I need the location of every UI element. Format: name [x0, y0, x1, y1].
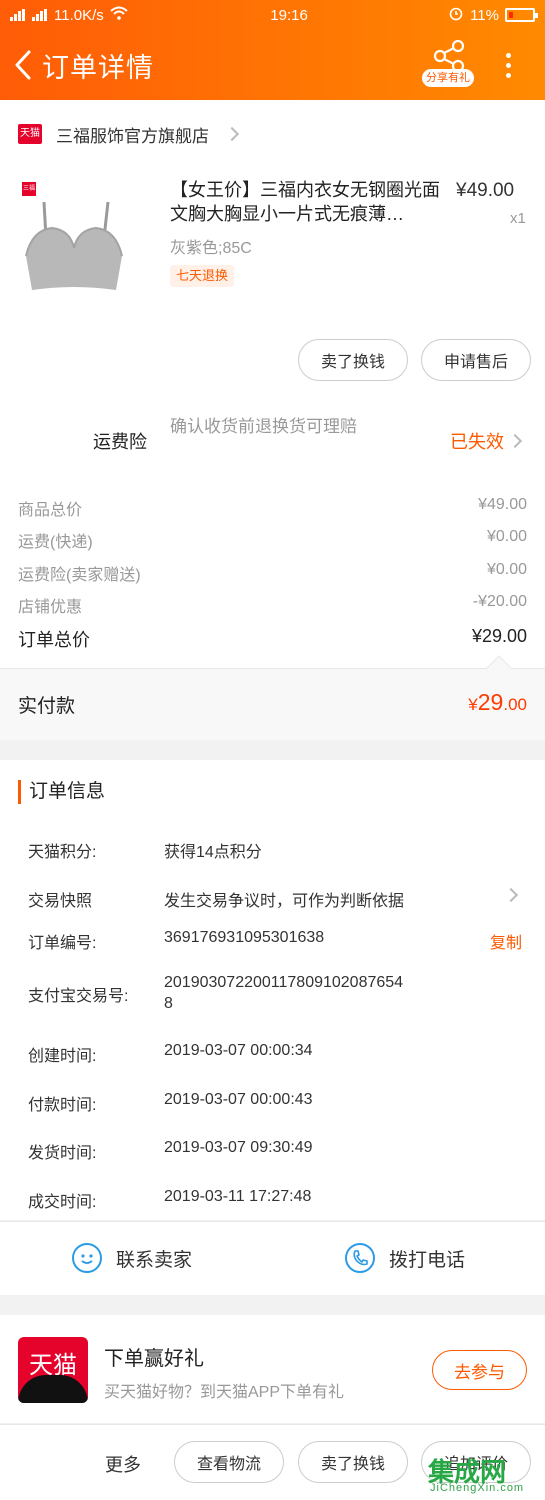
price-row-label: 商品总价	[18, 502, 83, 519]
paid-decimal: .00	[503, 695, 527, 714]
chevron-right-icon	[224, 126, 240, 142]
paid-integer: 29	[477, 689, 504, 715]
page-title: 订单详情	[42, 52, 154, 83]
order-total-label: 订单总价	[18, 630, 90, 650]
promo-title: 下单赢好礼	[104, 1348, 204, 1370]
paid-amount-row: 实付款 ¥29.00	[0, 668, 545, 740]
alipay-trade-number: 201903072200117809102087654 8	[164, 974, 404, 1012]
more-menu-button[interactable]	[500, 50, 516, 82]
price-row: 商品总价 ¥49.00	[18, 496, 527, 520]
back-button[interactable]	[14, 48, 36, 82]
watermark: 集成网 JiChengXin.com	[428, 1452, 543, 1498]
price-row-value: ¥0.00	[486, 528, 527, 545]
info-label: 创建时间:	[28, 1048, 97, 1065]
alarm-icon	[448, 5, 464, 25]
price-row-value: ¥0.00	[486, 561, 527, 578]
chat-icon	[72, 1243, 102, 1273]
paid-currency: ¥	[468, 695, 478, 714]
product-spec: 灰紫色;85C	[170, 240, 252, 257]
price-row: 店铺优惠 -¥20.00	[18, 593, 527, 617]
nav-bar: 订单详情 分享有礼	[0, 30, 545, 100]
call-phone-label: 拨打电话	[389, 1249, 466, 1271]
shipping-insurance-status-text: 已失效	[450, 432, 504, 452]
snapshot-value[interactable]: 发生交易争议时，可作为判断依据	[164, 887, 404, 911]
brand-badge: 三福	[22, 182, 36, 196]
info-value: 2019-03-07 00:00:34	[164, 1042, 313, 1059]
sell-exchange-button[interactable]: 卖了换钱	[298, 339, 408, 381]
snapshot-label[interactable]: 交易快照	[28, 887, 92, 911]
price-row: 运费险(卖家赠送) ¥0.00	[18, 561, 527, 585]
info-value: 2019-03-11 17:27:48	[164, 1188, 312, 1205]
order-info-title: 订单信息	[18, 780, 105, 804]
signal-icon-2	[32, 9, 48, 21]
order-number: 369176931095301638	[164, 929, 325, 946]
bra-image	[25, 201, 123, 290]
paid-amount: ¥29.00	[468, 689, 527, 716]
join-button[interactable]: 去参与	[432, 1350, 527, 1390]
price-row-value: ¥49.00	[478, 496, 527, 513]
tmall-logo-icon: 天猫	[18, 1337, 88, 1403]
wifi-icon	[110, 6, 128, 24]
shipping-insurance-label: 运费险	[93, 432, 147, 452]
contact-seller-label: 联系卖家	[116, 1249, 193, 1271]
info-label: 付款时间:	[28, 1097, 97, 1114]
tmall-badge-icon: 天猫	[18, 124, 42, 144]
shipping-insurance-status[interactable]: 已失效	[450, 428, 523, 454]
share-icon	[433, 39, 465, 73]
product-title[interactable]: 【女王价】三福内衣女无钢圈光面文胸大胸显小一片式无痕薄…	[170, 178, 450, 226]
status-time: 19:16	[270, 6, 308, 24]
info-label: 订单编号:	[28, 935, 97, 952]
info-label: 发货时间:	[28, 1145, 97, 1162]
order-total-row: 订单总价 ¥29.00	[18, 626, 527, 652]
status-bar: 11.0K/s 19:16 11%	[0, 0, 545, 30]
network-speed: 11.0K/s	[54, 6, 104, 24]
price-row-value: -¥20.00	[472, 593, 527, 610]
info-label: 支付宝交易号:	[28, 988, 129, 1005]
share-button[interactable]: 分享有礼	[420, 38, 476, 92]
watermark-url: JiChengXin.com	[430, 1482, 525, 1494]
contact-seller-button[interactable]: 联系卖家	[72, 1243, 192, 1273]
info-value: 2019-03-07 00:00:43	[164, 1091, 313, 1108]
product-image[interactable]: 三福	[16, 178, 126, 298]
signal-icon	[10, 9, 26, 21]
order-total-value: ¥29.00	[471, 626, 527, 646]
promo-subtitle: 买天猫好物？到天猫APP下单有礼	[104, 1384, 345, 1401]
info-value: 获得14点积分	[164, 844, 262, 861]
view-logistics-button[interactable]: 查看物流	[174, 1441, 284, 1483]
info-value: 2019-03-07 09:30:49	[164, 1139, 313, 1156]
store-name: 三福服饰官方旗舰店	[56, 126, 209, 146]
price-row-label: 店铺优惠	[18, 599, 83, 616]
product-price: ¥49.00	[456, 180, 515, 201]
battery-icon	[505, 8, 538, 22]
store-link[interactable]: 天猫 三福服饰官方旗舰店	[18, 120, 240, 148]
share-label: 分享有礼	[422, 69, 474, 87]
more-actions-link[interactable]: 更多	[105, 1451, 141, 1477]
header: 11.0K/s 19:16 11% 订单详情 分享有礼	[0, 0, 545, 100]
battery-percent: 11%	[470, 6, 499, 24]
product-quantity: x1	[510, 210, 526, 227]
price-row-label: 运费险(卖家赠送)	[18, 567, 141, 584]
info-label: 成交时间:	[28, 1194, 97, 1211]
after-sale-button[interactable]: 申请售后	[421, 339, 531, 381]
shipping-insurance-desc: 确认收货前退换货可理赔	[170, 417, 357, 436]
copy-button[interactable]: 复制	[490, 929, 522, 953]
phone-icon	[345, 1243, 375, 1273]
info-label: 天猫积分:	[28, 844, 97, 861]
sell-exchange-bottom-button[interactable]: 卖了换钱	[298, 1441, 408, 1483]
price-row-label: 运费(快递)	[18, 534, 93, 551]
chevron-right-icon	[507, 433, 523, 449]
call-phone-button[interactable]: 拨打电话	[345, 1243, 465, 1273]
price-row: 运费(快递) ¥0.00	[18, 528, 527, 552]
return-policy-tag: 七天退换	[170, 265, 235, 287]
paid-label: 实付款	[18, 696, 76, 717]
chevron-left-icon	[15, 50, 31, 80]
